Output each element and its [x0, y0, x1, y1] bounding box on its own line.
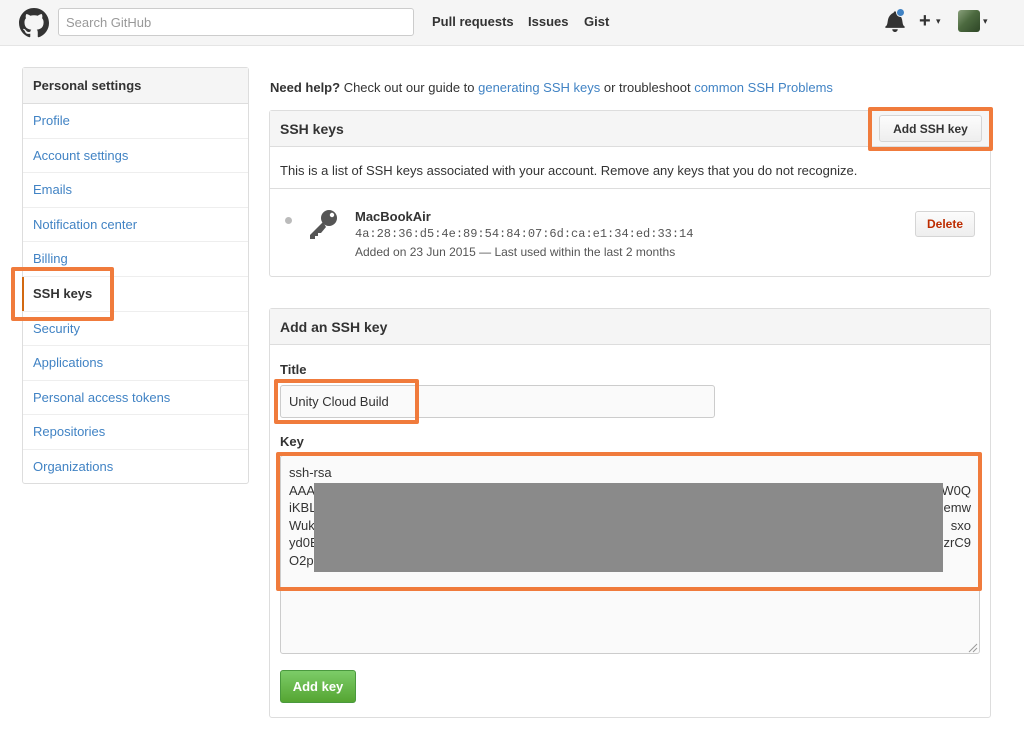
notification-indicator — [896, 8, 905, 17]
user-avatar[interactable] — [958, 10, 980, 32]
sidebar-item-applications[interactable]: Applications — [23, 346, 248, 381]
delete-key-button[interactable]: Delete — [915, 211, 975, 237]
help-text: Need help? Check out our guide to genera… — [270, 80, 833, 95]
new-plus-icon[interactable]: + — [919, 9, 931, 33]
github-logo-icon[interactable] — [19, 8, 49, 38]
nav-gist[interactable]: Gist — [584, 14, 609, 29]
key-fingerprint: 4a:28:36:d5:4e:89:54:84:07:6d:ca:e1:34:e… — [355, 227, 694, 241]
top-header: Pull requests Issues Gist + ▾ ▾ — [0, 0, 1024, 46]
highlight-title-input — [274, 379, 419, 424]
divider — [270, 188, 990, 189]
resize-grip-icon[interactable] — [968, 643, 978, 653]
sidebar-item-organizations[interactable]: Organizations — [23, 450, 248, 485]
key-meta: Added on 23 Jun 2015 — Last used within … — [355, 245, 676, 259]
help-lead: Need help? — [270, 80, 341, 95]
key-label: Key — [280, 434, 304, 449]
new-dropdown-caret[interactable]: ▾ — [936, 16, 941, 27]
highlight-ssh-keys-nav — [11, 267, 114, 321]
highlight-key-textarea — [276, 452, 982, 591]
ssh-keys-title: SSH keys — [280, 121, 344, 137]
sidebar-item-notification-center[interactable]: Notification center — [23, 208, 248, 243]
nav-issues[interactable]: Issues — [528, 14, 568, 29]
ssh-keys-description: This is a list of SSH keys associated wi… — [280, 163, 858, 178]
nav-pull-requests[interactable]: Pull requests — [432, 14, 514, 29]
sidebar-item-repositories[interactable]: Repositories — [23, 415, 248, 450]
sidebar-item-account-settings[interactable]: Account settings — [23, 139, 248, 174]
add-key-submit-button[interactable]: Add key — [280, 670, 356, 703]
add-ssh-key-heading: Add an SSH key — [270, 309, 990, 345]
help-text-part: Check out our guide to — [340, 80, 479, 95]
key-icon — [310, 210, 337, 239]
key-name: MacBookAir — [355, 209, 431, 224]
sidebar-title: Personal settings — [23, 68, 248, 104]
search-input[interactable] — [58, 8, 414, 36]
sidebar-item-profile[interactable]: Profile — [23, 104, 248, 139]
title-label: Title — [280, 362, 307, 377]
sidebar-item-personal-access-tokens[interactable]: Personal access tokens — [23, 381, 248, 416]
help-text-part: or troubleshoot — [600, 80, 695, 95]
add-ssh-key-title: Add an SSH key — [280, 319, 388, 335]
common-ssh-problems-link[interactable]: common SSH Problems — [694, 80, 833, 95]
generating-ssh-keys-link[interactable]: generating SSH keys — [478, 80, 600, 95]
key-status-dot — [285, 217, 292, 224]
user-dropdown-caret[interactable]: ▾ — [983, 16, 988, 27]
highlight-add-ssh-key-button — [868, 107, 993, 151]
sidebar-item-emails[interactable]: Emails — [23, 173, 248, 208]
